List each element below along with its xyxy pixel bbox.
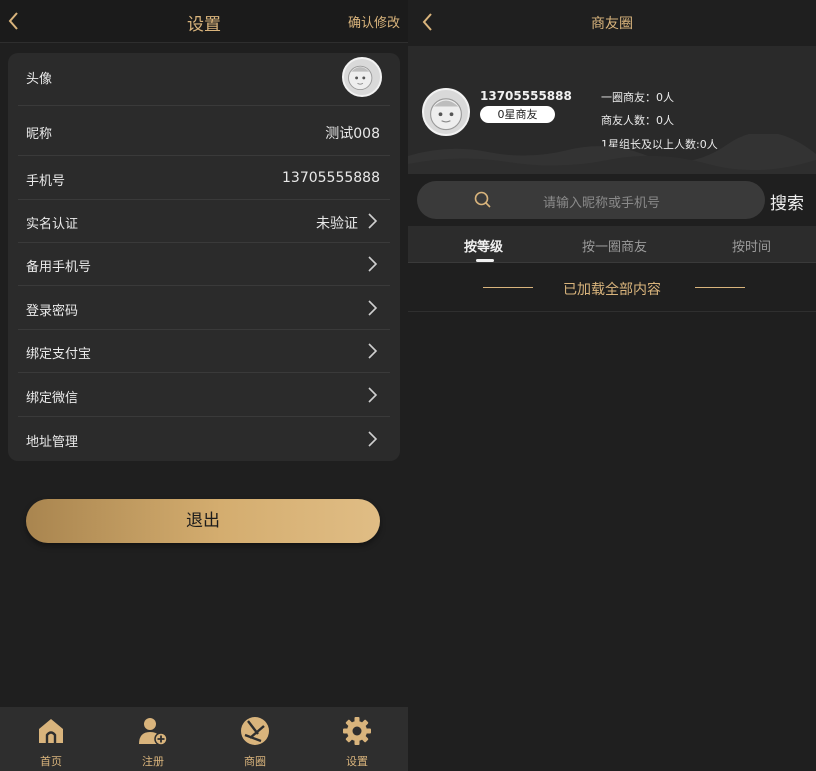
settings-row-verification[interactable]: 实名认证 未验证 [18, 200, 390, 243]
stat-friend-count: 商友人数：0人 [601, 114, 674, 127]
avatar[interactable] [422, 88, 470, 136]
chevron-right-icon [368, 213, 378, 229]
avatar-icon [348, 65, 373, 91]
tab-register[interactable]: 注册 [102, 707, 204, 771]
tab-sort-level[interactable]: 按等级 [464, 236, 503, 255]
row-label: 手机号 [26, 174, 66, 189]
row-label: 绑定微信 [26, 391, 79, 406]
loaded-all-text: 已加载全部内容 [563, 282, 661, 298]
add-user-icon [139, 718, 168, 746]
star-level-badge: 0星商友 [480, 106, 555, 123]
tab-sort-time[interactable]: 按时间 [732, 236, 771, 255]
tab-settings[interactable]: 设置 [306, 707, 408, 771]
settings-row-address[interactable]: 地址管理 [18, 417, 390, 461]
row-label: 绑定支付宝 [26, 347, 92, 362]
aperture-icon [241, 717, 269, 745]
tab-label: 设置 [346, 755, 368, 768]
logout-button[interactable]: 退出 [26, 499, 380, 543]
gear-icon [343, 717, 371, 745]
settings-header: 设置 确认修改 [0, 0, 408, 43]
bottom-tabbar: 首页 注册 商圈 设置 [0, 707, 408, 771]
search-icon [474, 191, 491, 208]
wave-decoration [408, 134, 816, 174]
settings-row-password[interactable]: 登录密码 [18, 286, 390, 330]
page-title: 设置 [187, 15, 221, 35]
row-label: 登录密码 [26, 304, 79, 319]
circle-header: 商友圈 [408, 0, 816, 46]
profile-banner: 13705555888 0星商友 一圈商友：0人 商友人数：0人 1星组长及以上… [408, 46, 816, 174]
active-tab-indicator [476, 259, 494, 262]
settings-row-nickname[interactable]: 昵称 测试008 [18, 106, 390, 156]
avatar[interactable] [342, 57, 382, 97]
settings-row-phone[interactable]: 手机号 13705555888 [18, 156, 390, 200]
settings-card: 头像 昵称 测试008 手机号 13705555888 实名认证 未验证 备用手… [8, 53, 400, 461]
row-label: 昵称 [26, 127, 53, 142]
search-button[interactable]: 搜索 [770, 189, 804, 214]
verification-status: 未验证 [316, 216, 358, 232]
avatar-icon [430, 98, 462, 131]
home-icon [39, 719, 63, 743]
settings-row-avatar[interactable]: 头像 [18, 53, 390, 106]
settings-row-alipay[interactable]: 绑定支付宝 [18, 330, 390, 373]
tab-sort-first-circle[interactable]: 按一圈商友 [582, 236, 647, 255]
settings-screen: 设置 确认修改 头像 昵称 测试008 手机号 13705555888 实名认证… [0, 0, 408, 771]
chevron-right-icon [368, 343, 378, 359]
row-label: 实名认证 [26, 217, 79, 232]
row-label: 备用手机号 [26, 260, 92, 275]
tab-business-circle[interactable]: 商圈 [204, 707, 306, 771]
settings-row-wechat[interactable]: 绑定微信 [18, 373, 390, 417]
tab-label: 注册 [142, 755, 164, 768]
chevron-right-icon [368, 431, 378, 447]
confirm-edit-button[interactable]: 确认修改 [348, 12, 400, 31]
divider [695, 287, 745, 288]
settings-row-backup-phone[interactable]: 备用手机号 [18, 243, 390, 286]
search-placeholder: 请输入昵称或手机号 [543, 196, 661, 211]
tab-home[interactable]: 首页 [0, 707, 102, 771]
list-end-notice: 已加载全部内容 [408, 263, 816, 312]
chevron-right-icon [368, 387, 378, 403]
stat-first-circle: 一圈商友：0人 [601, 91, 674, 104]
page-title: 商友圈 [591, 16, 633, 32]
row-label: 头像 [26, 72, 53, 87]
search-input[interactable]: 请输入昵称或手机号 [417, 181, 765, 219]
circle-screen: 商友圈 13705555888 0星商友 一圈商友：0人 商友人数：0人 1星组… [408, 0, 816, 771]
chevron-right-icon [368, 256, 378, 272]
row-label: 地址管理 [26, 435, 79, 450]
chevron-right-icon [368, 300, 378, 316]
nickname-value: 测试008 [325, 126, 380, 142]
phone-value: 13705555888 [282, 170, 380, 186]
tab-label: 首页 [40, 755, 62, 768]
tab-label: 商圈 [244, 755, 266, 768]
sort-tabs: 按等级 按一圈商友 按时间 [408, 226, 816, 263]
user-phone: 13705555888 [480, 89, 572, 103]
